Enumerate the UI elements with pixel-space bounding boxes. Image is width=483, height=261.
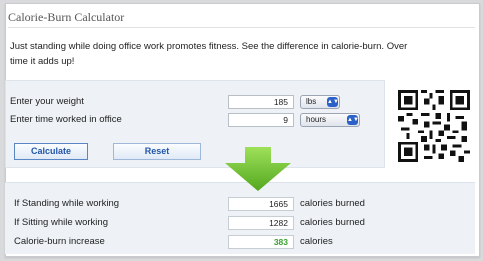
weight-unit-value: lbs [306, 97, 317, 106]
standing-value: 1665 [228, 197, 294, 211]
intro-line-2: time it adds up! [10, 56, 75, 67]
page-title: Calorie-Burn Calculator [8, 6, 475, 28]
sitting-label: If Sitting while working [14, 217, 108, 228]
time-input[interactable]: 9 [228, 113, 294, 127]
weight-unit-select[interactable]: lbs ▲▼ [300, 95, 340, 109]
intro-line-1: Just standing while doing office work pr… [10, 41, 408, 52]
standing-unit: calories burned [300, 198, 365, 209]
select-stepper-icon: ▲▼ [327, 97, 339, 107]
weight-input[interactable]: 185 [228, 95, 294, 109]
qr-code-icon [398, 90, 470, 162]
sitting-value: 1282 [228, 216, 294, 230]
weight-label: Enter your weight [10, 96, 84, 107]
down-arrow-icon [225, 147, 291, 191]
time-unit-select[interactable]: hours ▲▼ [300, 113, 360, 127]
time-label: Enter time worked in office [10, 114, 122, 125]
reset-button[interactable]: Reset [113, 143, 201, 160]
time-unit-value: hours [306, 115, 327, 124]
intro-text: Just standing while doing office work pr… [10, 39, 480, 69]
calculate-button[interactable]: Calculate [14, 143, 88, 160]
increase-label: Calorie-burn increase [14, 236, 105, 247]
increase-unit: calories [300, 236, 333, 247]
standing-label: If Standing while working [14, 198, 120, 209]
increase-value: 383 [228, 235, 294, 249]
sitting-unit: calories burned [300, 217, 365, 228]
select-stepper-icon: ▲▼ [347, 115, 359, 125]
